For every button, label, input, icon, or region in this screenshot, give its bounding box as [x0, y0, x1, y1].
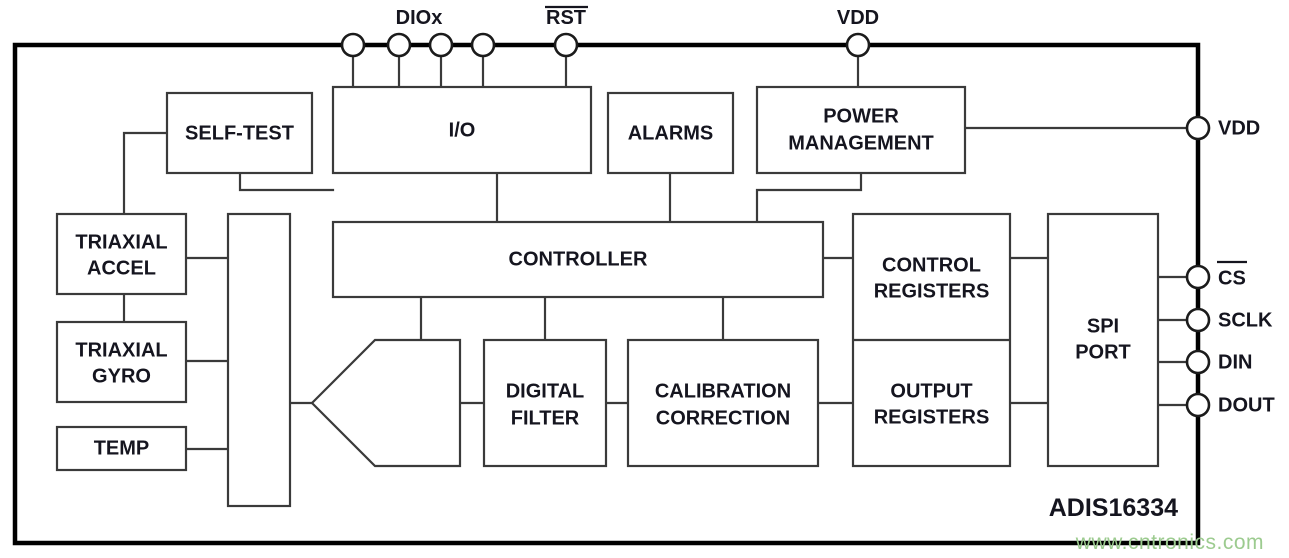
vdd-top-pin[interactable] [845, 32, 871, 58]
output-registers-label-line1: OUTPUT [890, 380, 972, 402]
dout-pin-label: DOUT [1218, 394, 1275, 416]
io-block: I/O [331, 85, 593, 175]
diox-pin-3[interactable] [428, 32, 454, 58]
control-registers-label-line2: REGISTERS [874, 280, 990, 302]
triaxial-gyro-label-line1: TRIAXIAL [75, 339, 167, 361]
spi-port-label-line1: SPI [1087, 315, 1119, 337]
diox-pin-2[interactable] [386, 32, 412, 58]
triaxial-accel-label-line2: ACCEL [87, 257, 156, 279]
calibration-label-line2: CORRECTION [656, 407, 790, 429]
adc-block [310, 338, 462, 468]
cs-pin-label: CS [1218, 267, 1246, 289]
vdd-right-pin-label: VDD [1218, 117, 1260, 139]
controller-label: CONTROLLER [509, 248, 648, 270]
triaxial-gyro-block: TRIAXIAL GYRO [55, 320, 188, 404]
temp-block: TEMP [55, 425, 188, 472]
part-number-label: ADIS16334 [1049, 494, 1178, 522]
controller-block: CONTROLLER [331, 220, 825, 299]
din-pin-label: DIN [1218, 351, 1252, 373]
temp-label: TEMP [94, 437, 150, 459]
din-pin[interactable] [1185, 349, 1211, 375]
sclk-pin[interactable] [1185, 307, 1211, 333]
calibration-correction-block: CALIBRATION CORRECTION [626, 338, 820, 468]
power-management-block: POWER MANAGEMENT [755, 85, 967, 175]
mux-block [226, 212, 292, 508]
alarms-block: ALARMS [606, 91, 735, 175]
power-management-label-line1: POWER [823, 105, 899, 127]
cs-pin[interactable] [1185, 264, 1211, 290]
dout-pin[interactable] [1185, 392, 1211, 418]
registers-block: CONTROL REGISTERS OUTPUT REGISTERS [851, 212, 1012, 468]
calibration-label-line1: CALIBRATION [655, 380, 791, 402]
digital-filter-block: DIGITAL FILTER [482, 338, 608, 468]
diox-pin-1[interactable] [340, 32, 366, 58]
vdd-top-pin-label: VDD [837, 7, 879, 29]
block-diagram-canvas: DIOx RST VDD VDD CS SCLK DIN DOUT SELF-T… [0, 0, 1289, 558]
self-test-block: SELF-TEST [165, 91, 314, 175]
output-registers-label-line2: REGISTERS [874, 406, 990, 428]
rst-pin[interactable] [553, 32, 579, 58]
power-management-label-line2: MANAGEMENT [788, 132, 934, 154]
vdd-right-pin[interactable] [1185, 115, 1211, 141]
digital-filter-label-line1: DIGITAL [506, 380, 585, 402]
sclk-pin-label: SCLK [1218, 309, 1273, 331]
top-pin-drop-wires [351, 43, 860, 89]
diox-pin-label: DIOx [396, 7, 443, 29]
io-label: I/O [449, 119, 476, 141]
control-registers-label-line1: CONTROL [882, 254, 981, 276]
spi-port-label-line2: PORT [1075, 341, 1131, 363]
spi-port-block: SPI PORT [1046, 212, 1160, 468]
digital-filter-label-line2: FILTER [511, 407, 580, 429]
adis16334-block-diagram: DIOx RST VDD VDD CS SCLK DIN DOUT SELF-T… [12, 5, 1275, 554]
triaxial-accel-block: TRIAXIAL ACCEL [55, 212, 188, 296]
triaxial-accel-label-line1: TRIAXIAL [75, 231, 167, 253]
diox-pin-4[interactable] [470, 32, 496, 58]
self-test-label: SELF-TEST [185, 122, 294, 144]
alarms-label: ALARMS [628, 122, 714, 144]
triaxial-gyro-label-line2: GYRO [92, 365, 151, 387]
rst-pin-label: RST [546, 7, 586, 29]
watermark-text: www.cntronics.com [1075, 531, 1264, 554]
